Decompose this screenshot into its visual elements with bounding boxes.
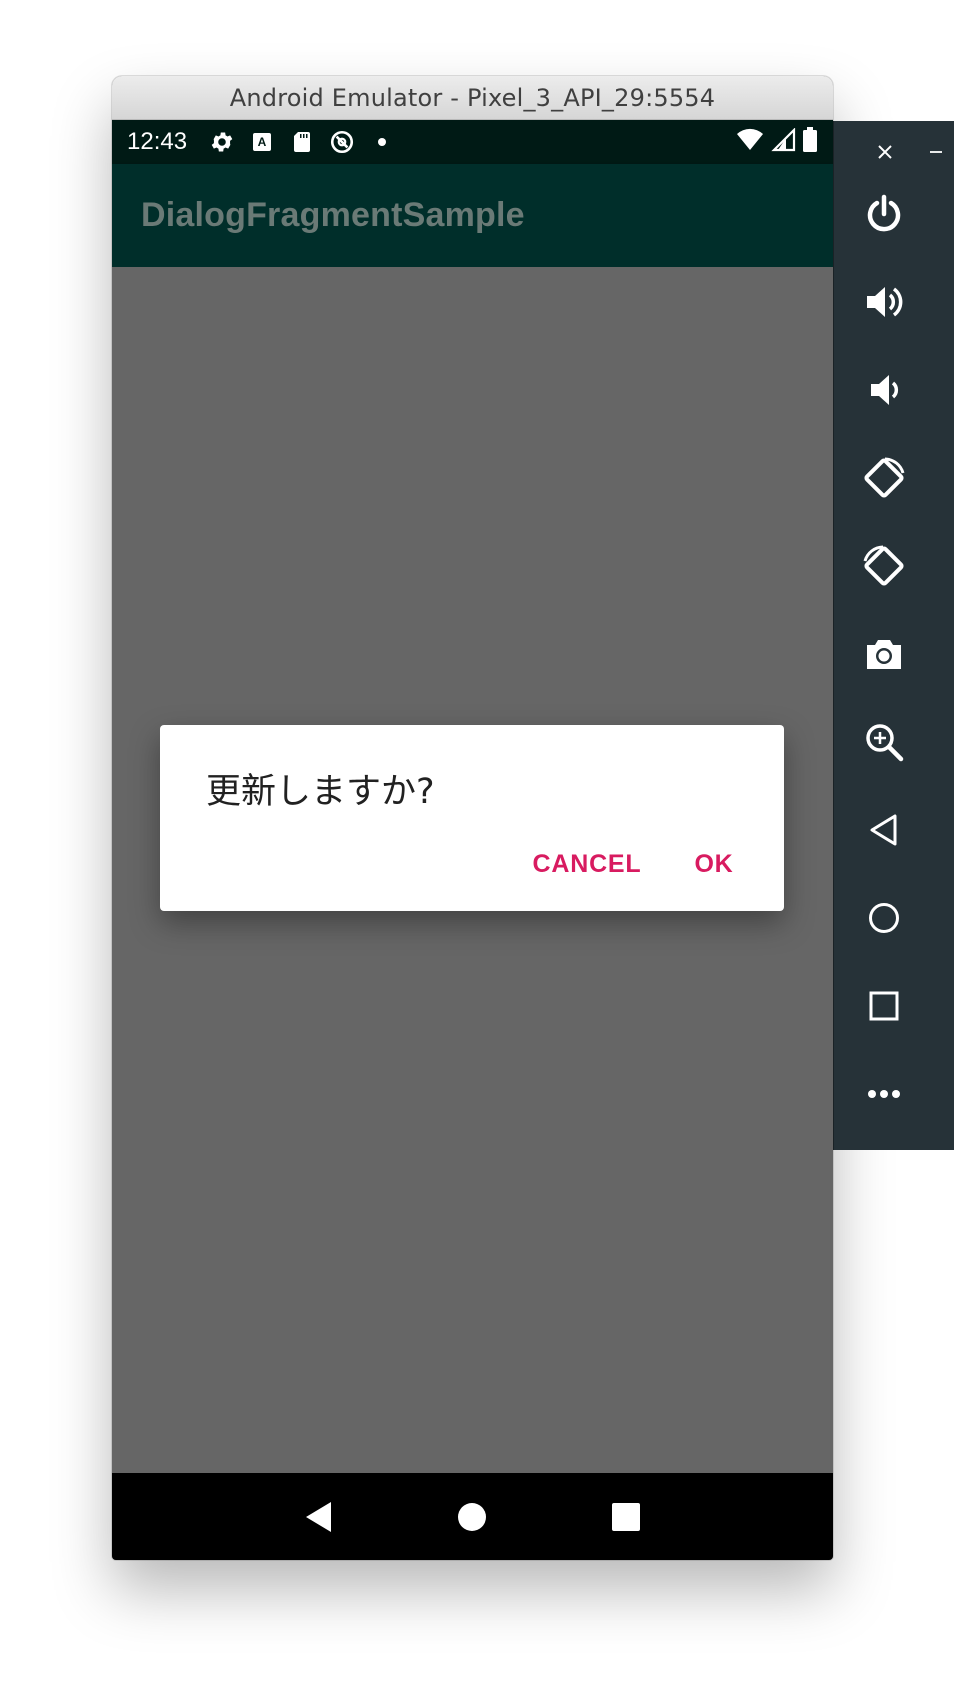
volume-up-button[interactable] <box>857 275 911 329</box>
rotate-left-button[interactable] <box>857 451 911 505</box>
toolbar-window-controls <box>834 135 954 169</box>
volume-down-icon <box>871 375 899 405</box>
sd-card-icon <box>287 127 317 157</box>
home-icon <box>869 903 899 933</box>
zoom-icon <box>866 724 904 762</box>
battery-icon <box>802 126 818 158</box>
window-title: Android Emulator - Pixel_3_API_29:5554 <box>229 83 716 112</box>
window-titlebar[interactable]: Android Emulator - Pixel_3_API_29:5554 <box>112 76 833 120</box>
more-icon <box>868 1090 900 1098</box>
minimize-icon <box>930 151 942 153</box>
app-bar: DialogFragmentSample <box>112 164 833 267</box>
svg-text:A: A <box>258 135 267 149</box>
navigation-bar <box>112 1473 833 1560</box>
back-icon <box>305 1501 331 1532</box>
ok-button[interactable]: OK <box>681 839 747 889</box>
toolbar-minimize-button[interactable] <box>919 135 953 169</box>
gear-icon <box>207 127 237 157</box>
nav-recents-button[interactable] <box>596 1487 656 1547</box>
emulator-window: Android Emulator - Pixel_3_API_29:5554 1… <box>112 76 833 1560</box>
back-icon <box>870 814 897 846</box>
keyboard-a-icon: A <box>247 127 277 157</box>
confirm-dialog: 更新しますか? CANCEL OK <box>160 725 784 911</box>
toolbar-home-button[interactable] <box>857 891 911 945</box>
screen: Android Emulator - Pixel_3_API_29:5554 1… <box>0 0 954 1708</box>
power-icon <box>867 194 901 232</box>
volume-down-button[interactable] <box>857 363 911 417</box>
nav-home-button[interactable] <box>442 1487 502 1547</box>
camera-icon <box>867 640 901 669</box>
toolbar-more-button[interactable] <box>857 1067 911 1121</box>
rotate-right-icon <box>863 545 904 586</box>
screenshot-button[interactable] <box>857 627 911 681</box>
nav-back-button[interactable] <box>289 1487 349 1547</box>
status-bar: 12:43 A <box>112 120 833 164</box>
app-title: DialogFragmentSample <box>141 196 525 234</box>
close-icon <box>878 145 892 159</box>
toolbar-back-button[interactable] <box>857 803 911 857</box>
home-icon <box>458 1502 487 1531</box>
toolbar-close-button[interactable] <box>868 135 902 169</box>
signal-icon <box>770 126 796 157</box>
wifi-icon <box>736 128 764 157</box>
zoom-button[interactable] <box>857 715 911 769</box>
status-right-icons <box>736 126 818 158</box>
toolbar-overview-button[interactable] <box>857 979 911 1033</box>
power-button[interactable] <box>857 187 911 241</box>
emulator-toolbar <box>833 121 954 1150</box>
volume-up-icon <box>867 287 903 317</box>
status-time: 12:43 <box>127 128 188 155</box>
dot-icon <box>367 127 397 157</box>
at-sign-icon <box>327 127 357 157</box>
dialog-message: 更新しますか? <box>206 772 435 812</box>
overview-icon <box>869 991 899 1021</box>
rotate-left-icon <box>864 457 905 498</box>
cancel-button[interactable]: CANCEL <box>532 839 642 889</box>
recents-icon <box>612 1502 641 1531</box>
rotate-right-button[interactable] <box>857 539 911 593</box>
